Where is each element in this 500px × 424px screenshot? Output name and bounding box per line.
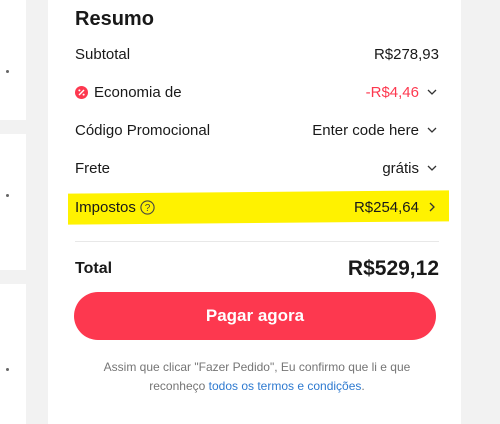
total-row: Total R$529,12 <box>75 254 439 284</box>
promo-code-row[interactable]: Código Promocional Enter code here <box>75 117 439 143</box>
shipping-value: grátis <box>382 159 419 177</box>
svg-text:?: ? <box>145 203 151 214</box>
order-summary-panel: Resumo Subtotal R$278,93 Economia de -R$… <box>48 0 461 424</box>
terms-text: Assim que clicar "Fazer Pedido", Eu conf… <box>75 358 439 396</box>
discount-row[interactable]: Economia de -R$4,46 <box>75 79 439 105</box>
chevron-right-icon[interactable] <box>425 200 439 214</box>
taxes-value: R$254,64 <box>353 198 419 216</box>
left-card <box>0 284 26 424</box>
left-card-dot <box>6 194 9 197</box>
left-card-dot <box>6 70 9 73</box>
shipping-label: Frete <box>75 159 111 177</box>
chevron-down-icon[interactable] <box>425 123 439 137</box>
total-label: Total <box>75 260 113 277</box>
pay-now-button[interactable]: Pagar agora <box>74 292 436 340</box>
shipping-row[interactable]: Frete grátis <box>75 155 439 181</box>
left-card <box>0 0 26 120</box>
left-card-dot <box>6 368 9 371</box>
terms-link[interactable]: todos os termos e condições <box>209 379 362 393</box>
discount-badge-icon <box>75 85 88 99</box>
terms-suffix: . <box>361 379 365 393</box>
taxes-label: Impostos <box>75 198 136 216</box>
summary-title: Resumo <box>75 8 154 30</box>
promo-code-label: Código Promocional <box>75 121 211 139</box>
chevron-down-icon[interactable] <box>425 85 439 99</box>
left-card <box>0 134 26 270</box>
subtotal-value: R$278,93 <box>373 45 439 63</box>
help-circle-icon[interactable]: ? <box>140 199 155 215</box>
divider <box>75 241 439 242</box>
subtotal-row: Subtotal R$278,93 <box>75 41 439 67</box>
subtotal-label: Subtotal <box>75 45 131 63</box>
promo-code-placeholder[interactable]: Enter code here <box>312 122 419 139</box>
taxes-row[interactable]: Impostos ? R$254,64 <box>75 194 439 220</box>
total-value: R$529,12 <box>347 257 439 280</box>
discount-value: -R$4,46 <box>365 83 419 101</box>
discount-label: Economia de <box>94 83 182 101</box>
chevron-down-icon[interactable] <box>425 161 439 175</box>
